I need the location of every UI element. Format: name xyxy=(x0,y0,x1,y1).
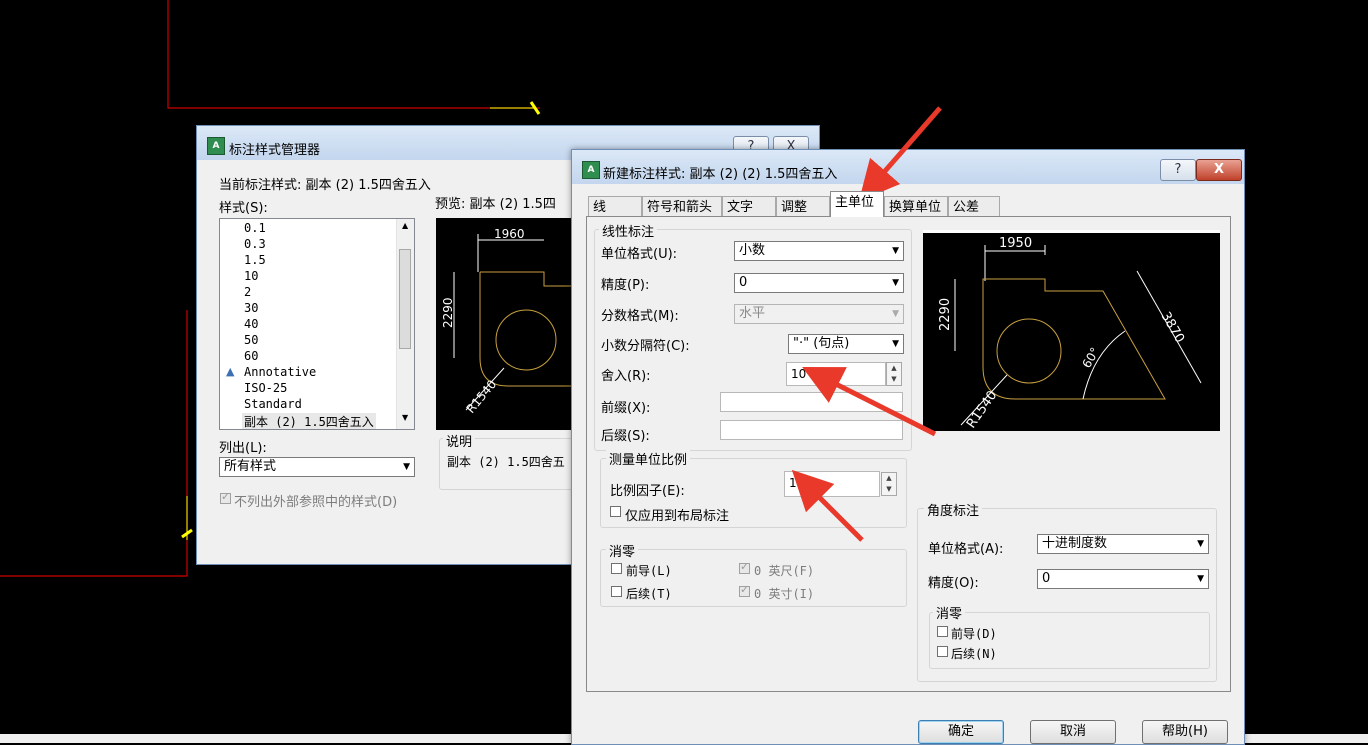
arrow-to-round-off-field xyxy=(802,366,937,437)
arrow-to-primary-units-tab xyxy=(858,106,942,202)
tab-4[interactable]: 主单位 xyxy=(830,191,884,217)
annotation-arrows xyxy=(791,106,942,542)
arrow-to-scale-factor-field xyxy=(791,469,864,542)
